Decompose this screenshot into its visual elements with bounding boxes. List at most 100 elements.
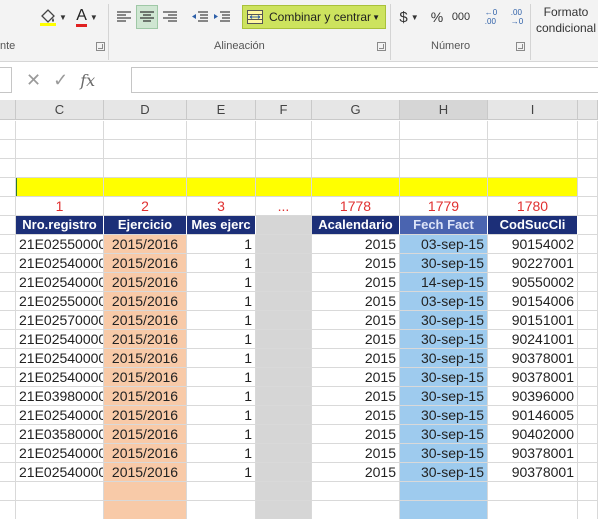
grid-cell[interactable]: [578, 273, 598, 292]
alignment-dialog-launcher[interactable]: [377, 42, 386, 51]
row-stub[interactable]: [0, 197, 16, 216]
table-cell[interactable]: 1: [187, 235, 256, 254]
worksheet-grid[interactable]: 1 2 3... 1778 1779 1780 Nro.registro Ejercicio M…: [0, 121, 598, 519]
table-header-cell[interactable]: Acalendario: [312, 216, 400, 235]
table-cell[interactable]: [256, 444, 312, 463]
row-stub[interactable]: [0, 311, 16, 330]
grid-cell[interactable]: [578, 444, 598, 463]
grid-cell[interactable]: [16, 159, 104, 178]
grid-cell[interactable]: [400, 140, 488, 159]
number-dialog-launcher[interactable]: [516, 42, 525, 51]
grid-cell[interactable]: [312, 121, 400, 140]
row-stub[interactable]: [0, 140, 16, 159]
grid-cell[interactable]: [16, 501, 104, 519]
row-stub[interactable]: [0, 330, 16, 349]
table-cell[interactable]: 2015: [312, 368, 400, 387]
decrease-decimal-button[interactable]: .00 →0: [506, 5, 528, 29]
table-cell[interactable]: [256, 330, 312, 349]
index-cell[interactable]: 1778: [312, 197, 400, 216]
row-stub[interactable]: [0, 463, 16, 482]
table-cell[interactable]: 21E02540000: [16, 254, 104, 273]
row-stub[interactable]: [0, 406, 16, 425]
conditional-format-button[interactable]: Formato condicional: [534, 4, 598, 36]
table-cell[interactable]: [256, 254, 312, 273]
currency-button[interactable]: $ ▼: [396, 5, 422, 29]
grid-cell[interactable]: [256, 482, 312, 501]
grid-cell[interactable]: [578, 216, 598, 235]
increase-indent-button[interactable]: [212, 5, 232, 29]
grid-cell[interactable]: [578, 406, 598, 425]
table-cell[interactable]: 30-sep-15: [400, 463, 488, 482]
grid-cell[interactable]: [400, 482, 488, 501]
table-cell[interactable]: 2015: [312, 311, 400, 330]
table-cell[interactable]: 1: [187, 425, 256, 444]
table-cell[interactable]: 2015: [312, 444, 400, 463]
fill-color-button[interactable]: ▼: [36, 5, 70, 29]
row-stub[interactable]: [0, 292, 16, 311]
table-cell[interactable]: 90378001: [488, 349, 578, 368]
table-cell[interactable]: 2015/2016: [104, 444, 187, 463]
row-stub[interactable]: [0, 368, 16, 387]
thousands-separator-button[interactable]: 000: [448, 5, 474, 29]
table-cell[interactable]: 90378001: [488, 368, 578, 387]
table-cell[interactable]: 2015/2016: [104, 235, 187, 254]
grid-cell[interactable]: [400, 121, 488, 140]
table-header-cell[interactable]: Ejercicio: [104, 216, 187, 235]
grid-cell[interactable]: [16, 178, 104, 197]
index-cell[interactable]: ...: [256, 197, 312, 216]
grid-cell[interactable]: [16, 121, 104, 140]
row-stub[interactable]: [0, 501, 16, 519]
grid-cell[interactable]: [187, 121, 256, 140]
index-cell[interactable]: 1: [16, 197, 104, 216]
grid-cell[interactable]: [256, 159, 312, 178]
grid-cell[interactable]: [578, 349, 598, 368]
table-cell[interactable]: 03-sep-15: [400, 235, 488, 254]
table-cell[interactable]: [256, 463, 312, 482]
table-cell[interactable]: [256, 368, 312, 387]
grid-cell[interactable]: [104, 159, 187, 178]
table-cell[interactable]: 2015/2016: [104, 254, 187, 273]
table-cell[interactable]: 2015: [312, 254, 400, 273]
grid-cell[interactable]: [256, 178, 312, 197]
row-stub[interactable]: [0, 235, 16, 254]
table-cell[interactable]: 2015: [312, 273, 400, 292]
font-dialog-launcher[interactable]: [96, 42, 105, 51]
grid-cell[interactable]: [578, 140, 598, 159]
grid-cell[interactable]: [578, 387, 598, 406]
table-cell[interactable]: [256, 406, 312, 425]
grid-cell[interactable]: [312, 159, 400, 178]
row-stub[interactable]: [0, 216, 16, 235]
column-header-h[interactable]: H: [400, 100, 488, 120]
table-cell[interactable]: 2015/2016: [104, 387, 187, 406]
table-cell[interactable]: 1: [187, 463, 256, 482]
grid-cell[interactable]: [256, 501, 312, 519]
grid-cell[interactable]: [578, 197, 598, 216]
row-stub[interactable]: [0, 254, 16, 273]
table-header-cell[interactable]: Nro.registro: [16, 216, 104, 235]
grid-cell[interactable]: [104, 482, 187, 501]
table-cell[interactable]: 21E02540000: [16, 463, 104, 482]
grid-cell[interactable]: [187, 178, 256, 197]
table-cell[interactable]: 1: [187, 406, 256, 425]
grid-cell[interactable]: [488, 121, 578, 140]
grid-cell[interactable]: [104, 140, 187, 159]
index-cell[interactable]: 3: [187, 197, 256, 216]
grid-cell[interactable]: [578, 425, 598, 444]
table-cell[interactable]: 03-sep-15: [400, 292, 488, 311]
grid-cell[interactable]: [187, 482, 256, 501]
table-cell[interactable]: 2015: [312, 425, 400, 444]
table-cell[interactable]: 2015: [312, 349, 400, 368]
table-cell[interactable]: 21E02570000: [16, 311, 104, 330]
table-cell[interactable]: 1: [187, 387, 256, 406]
table-cell[interactable]: 90378001: [488, 463, 578, 482]
table-cell[interactable]: 2015: [312, 406, 400, 425]
grid-cell[interactable]: [400, 159, 488, 178]
grid-cell[interactable]: [187, 140, 256, 159]
align-left-button[interactable]: [114, 5, 134, 29]
table-header-cell[interactable]: Fech Fact: [400, 216, 488, 235]
table-cell[interactable]: [256, 235, 312, 254]
grid-cell[interactable]: [578, 368, 598, 387]
grid-cell[interactable]: [312, 482, 400, 501]
table-cell[interactable]: 21E02540000: [16, 368, 104, 387]
table-cell[interactable]: 30-sep-15: [400, 387, 488, 406]
